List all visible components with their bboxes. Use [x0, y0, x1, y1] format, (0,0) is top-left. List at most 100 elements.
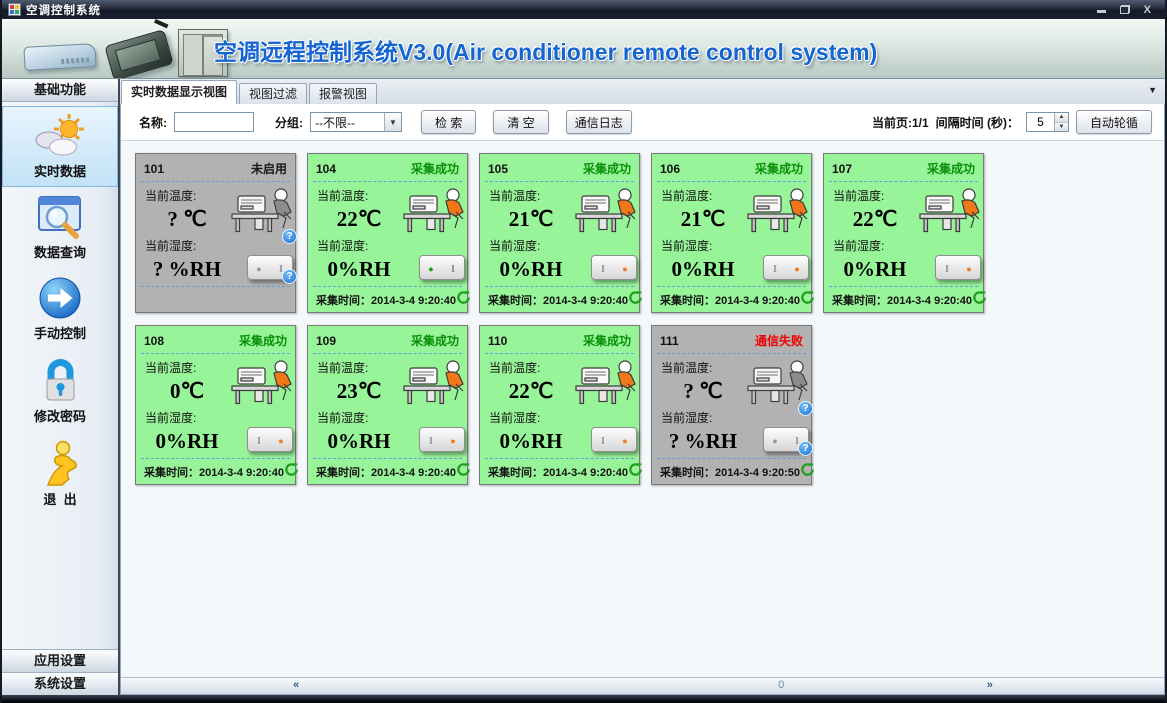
close-icon[interactable]: X — [1144, 5, 1151, 15]
humidity-label: 当前湿度: — [487, 235, 575, 255]
power-switch[interactable] — [419, 427, 465, 452]
device-card[interactable]: 104 采集成功 当前温度: 22℃ 当前湿度: 0%RH — [307, 153, 468, 313]
device-id: 108 — [144, 334, 164, 348]
device-icons: ? ? — [575, 357, 637, 458]
power-switch[interactable] — [591, 255, 637, 280]
temp-label: 当前温度: — [659, 185, 747, 205]
card-body: 当前温度: 21℃ 当前湿度: 0%RH — [487, 182, 632, 286]
device-card[interactable]: 109 采集成功 当前温度: 23℃ 当前湿度: 0%RH — [307, 325, 468, 485]
card-header: 108 采集成功 — [143, 330, 288, 353]
device-card[interactable]: 105 采集成功 当前温度: 21℃ 当前湿度: 0%RH — [479, 153, 640, 313]
tab-view-filter[interactable]: 视图过滤 — [239, 83, 307, 104]
sidebar-item-exit[interactable]: 退 出 — [2, 432, 118, 515]
switch-icon-wrap: ? — [247, 255, 293, 280]
collect-time-value: 2014-3-4 9:20:50 — [715, 467, 800, 479]
power-switch[interactable] — [763, 255, 809, 280]
status-badge: 采集成功 — [755, 160, 803, 177]
device-card[interactable]: 107 采集成功 当前温度: 22℃ 当前湿度: 0%RH — [823, 153, 984, 313]
device-card[interactable]: 101 未启用 当前温度: ? ℃ 当前湿度: ? %RH — [135, 153, 296, 313]
collect-time-value: 2014-3-4 9:20:40 — [887, 295, 972, 307]
refresh-icon-wrap[interactable] — [800, 290, 815, 310]
group-select[interactable]: --不限-- ▼ — [310, 112, 402, 132]
switch-left-cell — [764, 432, 786, 448]
collect-time: 采集时间：2014-3-4 9:20:40 — [488, 292, 628, 308]
comm-log-button[interactable]: 通信日志 — [566, 110, 632, 134]
refresh-icon-wrap[interactable] — [456, 462, 471, 482]
card-header: 110 采集成功 — [487, 330, 632, 353]
device-id: 104 — [316, 162, 336, 176]
device-id: 106 — [660, 162, 680, 176]
spinner-up-icon[interactable]: ▲ — [1055, 113, 1068, 123]
sidebar-item-change-password[interactable]: 修改密码 — [2, 349, 118, 432]
power-switch[interactable] — [935, 255, 981, 280]
name-input[interactable] — [174, 112, 254, 132]
card-body: 当前温度: 0℃ 当前湿度: 0%RH — [143, 354, 288, 458]
device-id: 109 — [316, 334, 336, 348]
chevron-down-icon[interactable]: ▼ — [384, 113, 401, 131]
card-footer: 采集时间：2014-3-4 9:20:40 — [315, 287, 460, 309]
refresh-icon-wrap[interactable] — [800, 462, 815, 482]
device-icons: ? ? — [231, 357, 293, 458]
temp-value: ? ℃ — [143, 205, 231, 235]
collect-time-value: 2014-3-4 9:20:40 — [199, 467, 284, 479]
pager-last-icon[interactable]: » — [987, 679, 993, 691]
status-badge: 采集成功 — [239, 332, 287, 349]
device-card[interactable]: 110 采集成功 当前温度: 22℃ 当前湿度: 0%RH — [479, 325, 640, 485]
switch-right-cell — [614, 260, 636, 276]
app-icon — [8, 3, 21, 16]
restore-icon[interactable] — [1120, 5, 1130, 14]
ac-unit-icon-wrap: ? — [575, 359, 637, 412]
sidebar-item-data-query[interactable]: 数据查询 — [2, 187, 118, 268]
sidebar-item-manual-control[interactable]: 手动控制 — [2, 268, 118, 349]
card-footer: 采集时间：2014-3-4 9:20:40 — [315, 459, 460, 481]
sidebar-item-system-settings[interactable]: 系统设置 — [2, 672, 118, 695]
readings: 当前温度: ? ℃ 当前湿度: ? %RH — [659, 357, 747, 458]
window-title: 空调控制系统 — [26, 2, 101, 18]
sidebar-header: 基础功能 — [2, 79, 118, 102]
switch-left-cell — [592, 260, 614, 276]
humidity-label: 当前湿度: — [315, 235, 403, 255]
device-card[interactable]: 108 采集成功 当前温度: 0℃ 当前湿度: 0%RH — [135, 325, 296, 485]
tab-alarm-view[interactable]: 报警视图 — [309, 83, 377, 104]
temp-label: 当前温度: — [487, 185, 575, 205]
clear-button[interactable]: 清 空 — [493, 110, 548, 134]
page-info: 当前页:1/1 — [872, 114, 929, 131]
refresh-icon-wrap[interactable] — [284, 462, 299, 482]
switch-right-cell — [786, 260, 808, 276]
sidebar-item-realtime-data[interactable]: 实时数据 — [2, 106, 118, 187]
power-switch[interactable] — [591, 427, 637, 452]
collect-time-label: 采集时间： — [488, 295, 543, 307]
tab-overflow-arrow-icon[interactable]: ▼ — [1148, 85, 1157, 95]
refresh-icon-wrap[interactable] — [628, 290, 643, 310]
refresh-icon-wrap[interactable] — [628, 462, 643, 482]
device-icons: ? ? — [403, 357, 465, 458]
auto-cycle-button[interactable]: 自动轮循 — [1076, 110, 1152, 134]
device-card[interactable]: 111 通信失败 当前温度: ? ℃ 当前湿度: ? %RH — [651, 325, 812, 485]
status-badge: 采集成功 — [927, 160, 975, 177]
minimize-icon[interactable] — [1097, 5, 1106, 14]
search-button[interactable]: 检 索 — [421, 110, 476, 134]
modem-device-image — [23, 43, 96, 71]
readings: 当前温度: 21℃ 当前湿度: 0%RH — [487, 185, 575, 286]
pager-first-icon[interactable]: « — [293, 679, 299, 691]
switch-left-cell — [764, 260, 786, 276]
sidebar-item-label: 数据查询 — [34, 245, 86, 260]
refresh-icon-wrap[interactable] — [972, 290, 987, 310]
sidebar-item-label: 退 出 — [43, 492, 76, 507]
refresh-icon-wrap[interactable] — [456, 290, 471, 310]
readings: 当前温度: 0℃ 当前湿度: 0%RH — [143, 357, 231, 458]
device-icons: ? ? — [575, 185, 637, 286]
interval-input[interactable] — [1027, 113, 1054, 131]
temp-label: 当前温度: — [659, 357, 747, 377]
interval-spinner: ▲ ▼ — [1026, 112, 1069, 132]
tab-realtime-view[interactable]: 实时数据显示视图 — [121, 80, 237, 104]
temp-value: 22℃ — [487, 377, 575, 407]
collect-time: 采集时间：2014-3-4 9:20:40 — [832, 292, 972, 308]
power-switch[interactable] — [419, 255, 465, 280]
power-switch[interactable] — [247, 427, 293, 452]
spinner-down-icon[interactable]: ▼ — [1055, 123, 1068, 132]
device-card[interactable]: 106 采集成功 当前温度: 21℃ 当前湿度: 0%RH — [651, 153, 812, 313]
collect-time: 采集时间：2014-3-4 9:20:40 — [660, 292, 800, 308]
sidebar-item-app-settings[interactable]: 应用设置 — [2, 649, 118, 672]
titlebar: 空调控制系统 X — [2, 0, 1165, 19]
